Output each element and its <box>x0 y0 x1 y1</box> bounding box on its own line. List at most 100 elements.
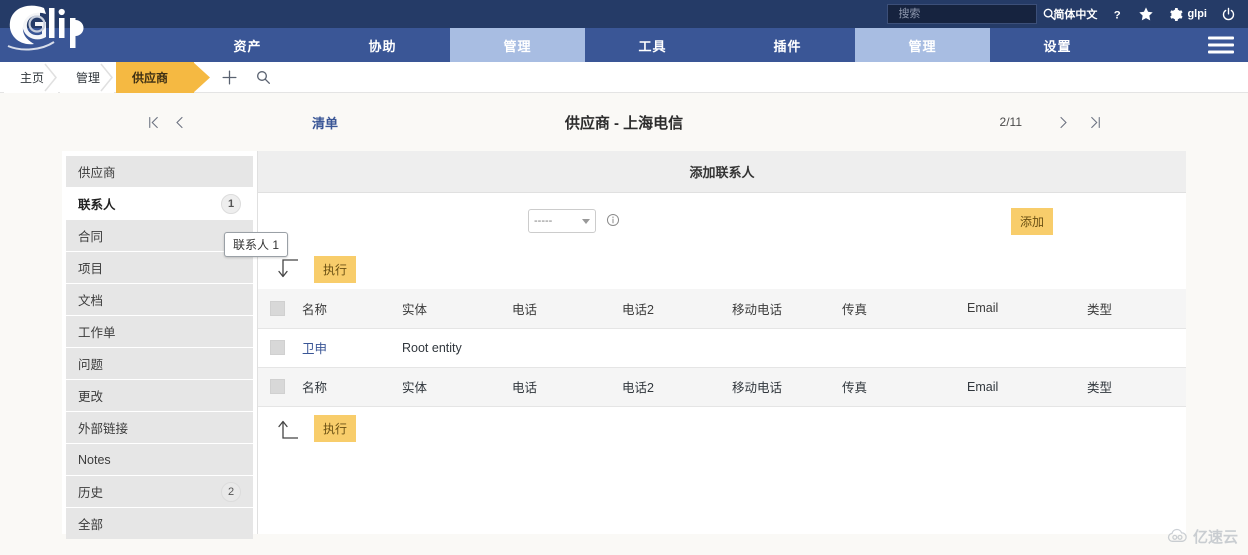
nav-label: 工具 <box>638 38 667 54</box>
settings-user-menu[interactable]: glpi <box>1168 7 1207 22</box>
sidebar-item-supplier[interactable]: 供应商 <box>66 156 253 187</box>
last-page-icon[interactable] <box>1082 115 1108 130</box>
panel-title: 添加联系人 <box>258 151 1186 193</box>
nav-label: 设置 <box>1043 38 1072 54</box>
sidebar-item-tickets[interactable]: 工作单 <box>66 316 253 347</box>
next-page-icon[interactable] <box>1050 115 1076 130</box>
select-all-header <box>258 289 302 329</box>
footer-fax[interactable]: 传真 <box>842 366 967 407</box>
table-row[interactable]: 卫申 Root entity <box>258 328 1186 367</box>
sidebar-item-problems[interactable]: 问题 <box>66 348 253 379</box>
list-link[interactable]: 清单 <box>312 113 338 132</box>
breadcrumb-search-icon[interactable] <box>246 62 280 93</box>
chevron-separator-icon <box>100 63 113 91</box>
language-label: 简体中文 <box>1053 9 1098 21</box>
chevron-down-icon <box>582 218 590 224</box>
header-name[interactable]: 名称 <box>302 289 402 329</box>
sidebar-item-all[interactable]: 全部 <box>66 508 253 539</box>
nav-tab-plugins[interactable]: 插件 <box>720 28 855 62</box>
sidebar-item-documents[interactable]: 文档 <box>66 284 253 315</box>
chevron-current-icon <box>193 61 211 93</box>
add-button[interactable]: 添加 <box>1011 207 1054 235</box>
sidebar-item-label: 项目 <box>78 262 104 276</box>
power-off-icon[interactable] <box>1221 7 1236 22</box>
header-type[interactable]: 类型 <box>1087 289 1186 329</box>
footer-email[interactable]: Email <box>967 366 1087 407</box>
header-fax[interactable]: 传真 <box>842 289 967 329</box>
language-selector[interactable]: 简体中文 <box>1053 6 1097 22</box>
sidebar-item-label: 外部链接 <box>78 422 129 436</box>
nav-tab-management[interactable]: 管理 <box>450 28 585 62</box>
select-all-checkbox[interactable] <box>270 300 285 316</box>
pager: 2/11 <box>1000 115 1108 130</box>
watermark: 亿速云 <box>1166 526 1238 547</box>
glpi-logo[interactable] <box>6 2 124 54</box>
nav-label: 插件 <box>773 38 802 54</box>
header-phone2[interactable]: 电话2 <box>622 289 732 329</box>
nav-tab-administration[interactable]: 管理 <box>855 28 990 62</box>
nav-label: 资产 <box>233 38 262 54</box>
favorite-star-icon[interactable] <box>1138 6 1154 22</box>
sidebar-item-label: 合同 <box>78 230 104 244</box>
breadcrumb: 主页 管理 供应商 <box>0 61 1248 93</box>
nav-tab-assistance[interactable]: 协助 <box>315 28 450 62</box>
record-pagination-bar: 清单 供应商 - 上海电信 2/11 <box>0 93 1248 151</box>
sidebar-item-label: 历史 <box>78 486 104 500</box>
footer-phone2[interactable]: 电话2 <box>622 366 732 407</box>
header-phone[interactable]: 电话 <box>512 289 622 329</box>
cell-entity: Root entity <box>402 340 462 355</box>
contact-link[interactable]: 卫申 <box>302 342 327 356</box>
nav-tab-tools[interactable]: 工具 <box>585 28 720 62</box>
footer-mobile[interactable]: 移动电话 <box>732 366 842 407</box>
contacts-tooltip: 联系人 1 <box>224 232 289 257</box>
footer-name[interactable]: 名称 <box>302 366 402 407</box>
execute-button-bottom[interactable]: 执行 <box>314 415 357 442</box>
breadcrumb-item-home[interactable]: 主页 <box>4 61 59 93</box>
sidebar-item-history[interactable]: 历史 2 <box>66 476 253 507</box>
cell-name: 卫申 <box>302 328 402 367</box>
sidebar-item-badge: 1 <box>221 193 241 214</box>
breadcrumb-label: 供应商 <box>132 70 169 85</box>
previous-page-icon[interactable] <box>166 115 192 130</box>
table-header-row: 名称 实体 电话 电话2 移动电话 传真 Email 类型 <box>258 289 1186 329</box>
row-select-cell <box>258 328 302 367</box>
execute-button-top[interactable]: 执行 <box>314 255 357 283</box>
breadcrumb-item-management[interactable]: 管理 <box>60 61 115 93</box>
header-email[interactable]: Email <box>967 289 1087 329</box>
cell-phone <box>512 328 622 367</box>
current-user-label: glpi <box>1187 8 1207 20</box>
nav-tab-setup[interactable]: 设置 <box>990 28 1125 62</box>
header-entity[interactable]: 实体 <box>402 289 512 329</box>
cell-phone2 <box>622 328 732 367</box>
row-checkbox[interactable] <box>270 340 285 356</box>
main-navigation: 资产 协助 管理 工具 插件 管理 设置 <box>0 28 1248 62</box>
sidebar-item-badge: 2 <box>221 481 241 502</box>
svg-text:?: ? <box>1114 9 1121 21</box>
nav-label: 协助 <box>368 38 397 54</box>
sidebar-item-label: 工作单 <box>78 326 116 340</box>
sidebar-item-label: 联系人 <box>78 198 116 212</box>
select-all-checkbox-footer[interactable] <box>270 379 285 395</box>
info-circle-icon[interactable] <box>606 213 620 230</box>
sidebar-item-label: 文档 <box>78 294 104 308</box>
breadcrumb-item-suppliers[interactable]: 供应商 <box>116 61 211 93</box>
sidebar-item-contacts[interactable]: 联系人 1 <box>66 188 253 219</box>
global-search[interactable] <box>887 4 1056 24</box>
footer-entity[interactable]: 实体 <box>402 366 512 407</box>
footer-phone[interactable]: 电话 <box>512 366 622 407</box>
help-icon[interactable]: ? <box>1111 7 1124 22</box>
select-all-footer-cell <box>258 366 302 407</box>
sidebar-item-label: 供应商 <box>78 166 116 180</box>
gear-icon[interactable] <box>1168 7 1184 22</box>
first-page-icon[interactable] <box>140 115 166 130</box>
sidebar-item-external-links[interactable]: 外部链接 <box>66 412 253 443</box>
sidebar-item-changes[interactable]: 更改 <box>66 380 253 411</box>
nav-tab-assets[interactable]: 资产 <box>180 28 315 62</box>
footer-type[interactable]: 类型 <box>1087 366 1186 407</box>
hamburger-menu-icon[interactable] <box>1208 33 1234 58</box>
header-mobile[interactable]: 移动电话 <box>732 289 842 329</box>
contact-select[interactable]: ----- <box>528 209 596 233</box>
search-input[interactable] <box>896 7 1043 21</box>
add-item-plus-icon[interactable] <box>212 62 246 93</box>
sidebar-item-notes[interactable]: Notes <box>66 444 253 475</box>
